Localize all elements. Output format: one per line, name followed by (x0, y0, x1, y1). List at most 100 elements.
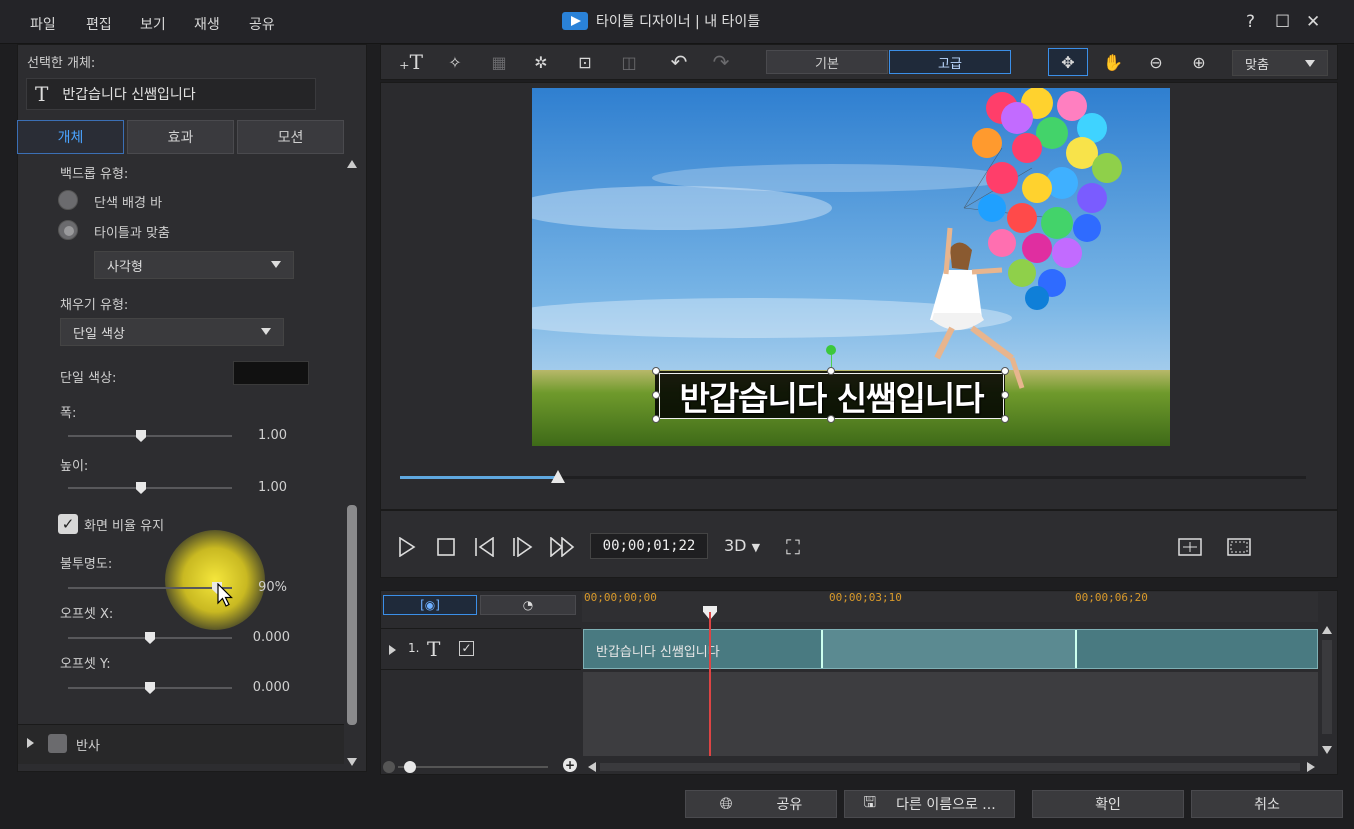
title-text-object[interactable]: 반갑습니다 신쌤입니다 (659, 373, 1004, 419)
timeline-mode-clip-icon[interactable]: [◉] (383, 595, 477, 615)
scroll-down-icon[interactable] (347, 758, 357, 766)
text-object-icon: T (35, 82, 49, 106)
width-slider[interactable] (68, 435, 232, 437)
width-label: 폭: (60, 406, 77, 421)
scroll-up-icon[interactable] (347, 160, 357, 168)
zoom-out-icon[interactable]: ⊖ (1137, 48, 1175, 76)
menu-edit[interactable]: 편집 (86, 14, 112, 34)
expand-track-icon[interactable] (389, 645, 396, 655)
window-title: 타이틀 디자이너 | 내 타이틀 (562, 11, 760, 31)
width-value: 1.00 (258, 428, 287, 443)
ok-button[interactable]: 확인 (1032, 790, 1184, 818)
radio-solid-bar[interactable] (58, 190, 78, 210)
offset-x-value: 0.000 (252, 630, 290, 645)
chevron-down-icon (261, 328, 271, 335)
zoom-in-timeline-icon[interactable]: + (563, 758, 577, 772)
add-text-icon[interactable]: ₊T (392, 48, 430, 76)
timeline-ruler[interactable] (582, 592, 1318, 622)
fullscreen-icon[interactable]: ⛶ (786, 535, 800, 559)
next-frame-icon[interactable] (511, 537, 533, 557)
offset-x-label: 오프셋 X: (60, 607, 114, 622)
redo-icon[interactable]: ↷ (702, 48, 740, 76)
fill-type-dropdown[interactable]: 단일 색상 (60, 318, 284, 346)
grid-view-icon[interactable] (1227, 538, 1251, 556)
tab-object[interactable]: 개체 (17, 120, 124, 154)
timeline-scroll-right-icon[interactable] (1307, 762, 1315, 772)
offset-y-value: 0.000 (252, 680, 290, 695)
resize-handle[interactable] (652, 367, 660, 375)
timecode-display[interactable]: 00;00;01;22 (590, 533, 708, 559)
add-particle-icon[interactable]: ✧ (436, 48, 474, 76)
scrollbar-thumb[interactable] (347, 505, 357, 725)
save-as-button[interactable]: 🖫 다른 이름으로 ... (844, 790, 1015, 818)
stop-icon[interactable] (437, 538, 455, 556)
shape-dropdown[interactable]: 사각형 (94, 251, 294, 279)
opacity-slider[interactable] (68, 587, 232, 589)
layer-icon[interactable]: ◫ (610, 48, 648, 76)
mode-advanced-button[interactable]: 고급 (889, 50, 1011, 74)
tab-motion[interactable]: 모션 (237, 120, 344, 154)
resize-handle[interactable] (652, 415, 660, 423)
radio-fit-title-label: 타이틀과 맞춤 (94, 226, 170, 241)
resize-handle[interactable] (827, 367, 835, 375)
scrubber-thumb[interactable] (551, 470, 565, 483)
resize-handle[interactable] (1001, 367, 1009, 375)
ruler-label: 00;00;06;20 (1075, 591, 1148, 604)
menu-share[interactable]: 공유 (249, 14, 275, 34)
resize-handle[interactable] (1001, 415, 1009, 423)
color-swatch[interactable] (233, 361, 309, 385)
timeline-scroll-down-icon[interactable] (1322, 746, 1332, 754)
resize-handle[interactable] (1001, 391, 1009, 399)
play-icon[interactable] (398, 537, 416, 557)
hand-pan-icon[interactable]: ✋ (1094, 48, 1132, 76)
timeline-scroll-left-icon[interactable] (588, 762, 596, 772)
fast-forward-icon[interactable] (549, 537, 577, 557)
title-clip[interactable]: 반갑습니다 신쌤입니다 (583, 629, 1318, 669)
timeline-zoom-thumb[interactable] (404, 761, 416, 773)
timeline-track-area[interactable] (583, 672, 1318, 756)
zoom-fit-value: 맞춤 (1245, 57, 1269, 73)
resize-handle[interactable] (827, 415, 835, 423)
expand-arrow-icon[interactable] (27, 738, 34, 748)
backdrop-icon[interactable]: ⊡ (566, 48, 604, 76)
mode-basic-button[interactable]: 기본 (766, 50, 888, 74)
zoom-in-icon[interactable]: ⊕ (1180, 48, 1218, 76)
select-move-icon[interactable]: ✥ (1048, 48, 1088, 76)
tab-effects[interactable]: 효과 (127, 120, 234, 154)
zoom-fit-dropdown[interactable]: 맞춤 (1232, 50, 1328, 76)
reflection-checkbox[interactable] (48, 734, 67, 753)
clip-marker[interactable] (821, 630, 823, 668)
menu-file[interactable]: 파일 (30, 14, 56, 34)
timeline-zoom-slider[interactable] (398, 766, 548, 768)
resize-handle[interactable] (652, 391, 660, 399)
undo-icon[interactable]: ↶ (660, 48, 698, 76)
offset-y-label: 오프셋 Y: (60, 657, 111, 672)
3d-mode-button[interactable]: 3D ▼ (724, 536, 760, 555)
prev-frame-icon[interactable] (474, 537, 496, 557)
cancel-button[interactable]: 취소 (1191, 790, 1343, 818)
maximize-icon[interactable]: ☐ (1275, 12, 1290, 32)
timeline-hscroll-track[interactable] (600, 763, 1300, 771)
timeline-vscroll-track[interactable] (1322, 640, 1332, 734)
ruler-label: 00;00;00;00 (584, 591, 657, 604)
timeline-mode-time-icon[interactable]: ◔ (480, 595, 576, 615)
height-label: 높이: (60, 459, 89, 474)
keep-ratio-checkbox[interactable]: ✓ (58, 514, 78, 534)
menu-view[interactable]: 보기 (140, 14, 166, 34)
zoom-out-timeline-icon[interactable] (383, 761, 395, 773)
safe-zone-icon[interactable] (1178, 538, 1202, 556)
radio-fit-title[interactable] (58, 220, 78, 240)
share-button[interactable]: 🌐︎ 공유 (685, 790, 837, 818)
properties-scrollbar[interactable] (345, 160, 359, 770)
effects-icon[interactable]: ✲ (522, 48, 560, 76)
rotate-handle[interactable] (826, 345, 836, 355)
height-slider[interactable] (68, 487, 232, 489)
insert-image-icon[interactable]: ▦ (480, 48, 518, 76)
backdrop-type-label: 백드롭 유형: (60, 167, 129, 182)
track-visible-checkbox[interactable]: ✓ (459, 641, 474, 656)
shape-dropdown-value: 사각형 (107, 259, 143, 275)
timeline-scroll-up-icon[interactable] (1322, 626, 1332, 634)
help-icon[interactable]: ? (1246, 12, 1255, 32)
close-icon[interactable]: ✕ (1306, 12, 1320, 32)
menu-play[interactable]: 재생 (194, 14, 220, 34)
